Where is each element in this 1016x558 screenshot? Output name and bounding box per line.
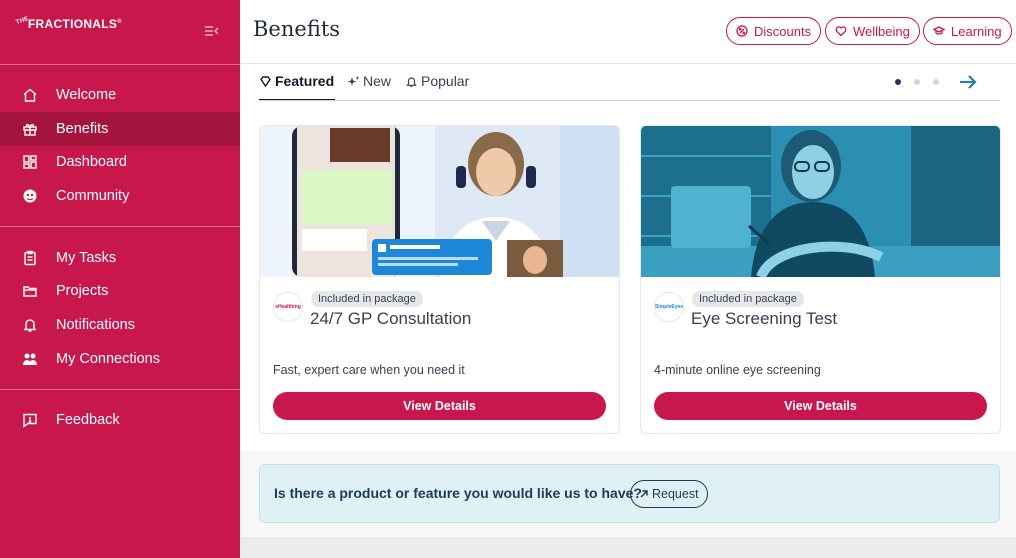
request-button-label: Request [652, 487, 699, 501]
bell-outline-icon [406, 76, 417, 87]
sidebar-item-community[interactable]: Community [0, 179, 240, 213]
sidebar-item-label: Feedback [56, 412, 120, 428]
sidebar-item-notifications[interactable]: Notifications [0, 308, 240, 342]
arrow-up-right-icon [640, 490, 648, 498]
eye-screening-image [641, 126, 1000, 277]
provider-logo: SimpleEyes [654, 292, 684, 322]
sidebar-item-my-tasks[interactable]: My Tasks [0, 241, 240, 275]
carousel-dot-2[interactable] [914, 79, 920, 85]
sidebar-item-my-connections[interactable]: My Connections [0, 342, 240, 376]
sidebar-divider [0, 226, 240, 227]
sidebar: THEFRACTIONALS® Welcome Benefits Dashboa… [0, 0, 240, 558]
folder-icon [22, 283, 38, 299]
sparkle-icon [347, 75, 360, 86]
sidebar-item-label: Dashboard [56, 154, 127, 170]
tab-popular[interactable]: Popular [405, 73, 469, 89]
header-divider [240, 63, 1016, 64]
view-details-button[interactable]: View Details [654, 392, 987, 420]
dashboard-icon [22, 154, 38, 170]
gift-icon [22, 121, 38, 137]
sidebar-item-label: Welcome [56, 87, 117, 103]
diamond-icon [260, 75, 271, 87]
pill-label: Discounts [754, 23, 812, 39]
sidebar-item-label: My Tasks [56, 250, 117, 266]
sidebar-divider [0, 389, 240, 390]
graduation-cap-icon [933, 26, 945, 35]
request-banner: Is there a product or feature you would … [259, 464, 1000, 523]
community-icon [22, 188, 38, 204]
people-icon [22, 351, 38, 367]
request-question: Is there a product or feature you would … [274, 485, 642, 501]
filter-pill-discounts[interactable]: Discounts [726, 17, 822, 45]
sidebar-item-dashboard[interactable]: Dashboard [0, 145, 240, 179]
bell-icon [22, 317, 38, 333]
collapse-sidebar-icon[interactable] [204, 24, 220, 38]
brand-mark: ® [117, 19, 122, 25]
sidebar-item-label: My Connections [56, 351, 160, 367]
gp-consultation-image [260, 126, 619, 277]
card-title: 24/7 GP Consultation [310, 309, 472, 328]
discount-icon [736, 25, 748, 37]
request-button[interactable]: Request [630, 480, 708, 508]
provider-logo: eHealthing [273, 292, 303, 322]
tabs-divider [259, 100, 1000, 101]
tab-label: Popular [421, 73, 470, 89]
carousel-dot-3[interactable] [933, 79, 939, 85]
filter-pill-wellbeing[interactable]: Wellbeing [825, 17, 920, 45]
pill-label: Learning [951, 23, 1002, 39]
included-badge: Included in package [311, 291, 423, 307]
provider-logo-text: eHealthing [275, 304, 301, 310]
sidebar-item-label: Projects [56, 283, 109, 299]
sidebar-item-projects[interactable]: Projects [0, 274, 240, 308]
tab-label: New [363, 73, 392, 89]
card-description: Fast, expert care when you need it [273, 363, 465, 377]
sidebar-item-feedback[interactable]: Feedback [0, 403, 240, 437]
filter-pill-learning[interactable]: Learning [923, 17, 1012, 45]
card-description: 4-minute online eye screening [654, 363, 821, 377]
feedback-icon [22, 412, 38, 428]
benefit-card-gp[interactable]: eHealthing Included in package 24/7 GP C… [259, 125, 620, 434]
tab-new[interactable]: New [347, 73, 391, 89]
card-title: Eye Screening Test [691, 309, 838, 328]
heart-icon [835, 26, 847, 37]
clipboard-icon [22, 250, 38, 266]
tab-label: Featured [275, 73, 335, 89]
footer-strip [240, 537, 1016, 558]
sidebar-item-label: Community [56, 188, 130, 204]
brand-name: FRACTIONALS [27, 17, 118, 31]
tab-featured[interactable]: Featured [259, 73, 334, 89]
page-title: Benefits [253, 17, 341, 41]
carousel-dot-1[interactable] [895, 79, 901, 85]
sidebar-item-benefits[interactable]: Benefits [0, 112, 240, 146]
sidebar-item-welcome[interactable]: Welcome [0, 78, 240, 112]
benefit-card-eye[interactable]: SimpleEyes Included in package Eye Scree… [640, 125, 1001, 434]
sidebar-item-label: Benefits [56, 121, 109, 137]
arrow-right-icon[interactable] [958, 73, 978, 91]
sidebar-divider [0, 64, 240, 65]
sidebar-item-label: Notifications [56, 317, 135, 333]
view-details-button[interactable]: View Details [273, 392, 606, 420]
included-badge: Included in package [692, 291, 804, 307]
provider-logo-text: SimpleEyes [654, 304, 684, 310]
home-icon [22, 87, 38, 103]
pill-label: Wellbeing [853, 23, 910, 39]
brand-logo[interactable]: THEFRACTIONALS® [15, 16, 122, 31]
